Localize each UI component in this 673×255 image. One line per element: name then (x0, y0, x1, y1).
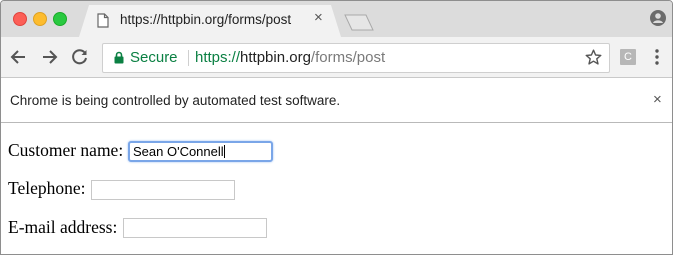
toolbar: Secure https://httpbin.org/forms/post C (1, 37, 672, 78)
customer-name-row: Customer name: (8, 140, 123, 161)
document-icon (97, 13, 109, 28)
window-maximize-button[interactable] (53, 12, 67, 26)
tab-title: https://httpbin.org/forms/post (120, 12, 292, 27)
reload-icon[interactable] (71, 48, 89, 66)
telephone-input[interactable] (91, 180, 235, 200)
url-text[interactable]: https://httpbin.org/forms/post (195, 49, 385, 66)
extension-icon[interactable]: C (620, 49, 636, 65)
email-label: E-mail address: (8, 217, 118, 237)
infobar-close-icon[interactable]: × (653, 91, 662, 108)
customer-name-input[interactable]: Sean O'Connell (128, 141, 273, 162)
address-separator (188, 50, 189, 66)
tab-close-icon[interactable]: × (314, 10, 323, 26)
star-icon[interactable] (585, 49, 602, 66)
page-content: Customer name: Sean O'Connell Telephone:… (1, 123, 672, 254)
new-tab-icon[interactable] (344, 14, 374, 31)
customer-name-value: Sean O'Connell (133, 144, 224, 159)
infobar-message: Chrome is being controlled by automated … (10, 93, 341, 108)
browser-window: https://httpbin.org/forms/post × Secure … (0, 0, 673, 255)
profile-icon[interactable] (650, 10, 666, 26)
url-scheme: https:// (195, 49, 241, 66)
back-icon[interactable] (9, 48, 27, 66)
telephone-label: Telephone: (8, 178, 86, 198)
url-host: httpbin.org (240, 49, 311, 66)
forward-icon[interactable] (41, 48, 59, 66)
email-input[interactable] (123, 218, 267, 238)
menu-icon[interactable] (655, 49, 659, 65)
window-minimize-button[interactable] (33, 12, 47, 26)
text-caret (223, 145, 225, 158)
customer-name-label: Customer name: (8, 140, 124, 160)
tab-strip: https://httpbin.org/forms/post × (1, 1, 672, 37)
automation-infobar: Chrome is being controlled by automated … (1, 78, 672, 123)
window-close-button[interactable] (13, 12, 27, 26)
lock-icon (114, 51, 124, 64)
secure-label: Secure (130, 49, 178, 66)
url-path: /forms/post (310, 49, 386, 66)
email-row: E-mail address: (8, 217, 117, 238)
address-bar[interactable]: Secure https://httpbin.org/forms/post (102, 43, 610, 73)
telephone-row: Telephone: (8, 178, 86, 199)
